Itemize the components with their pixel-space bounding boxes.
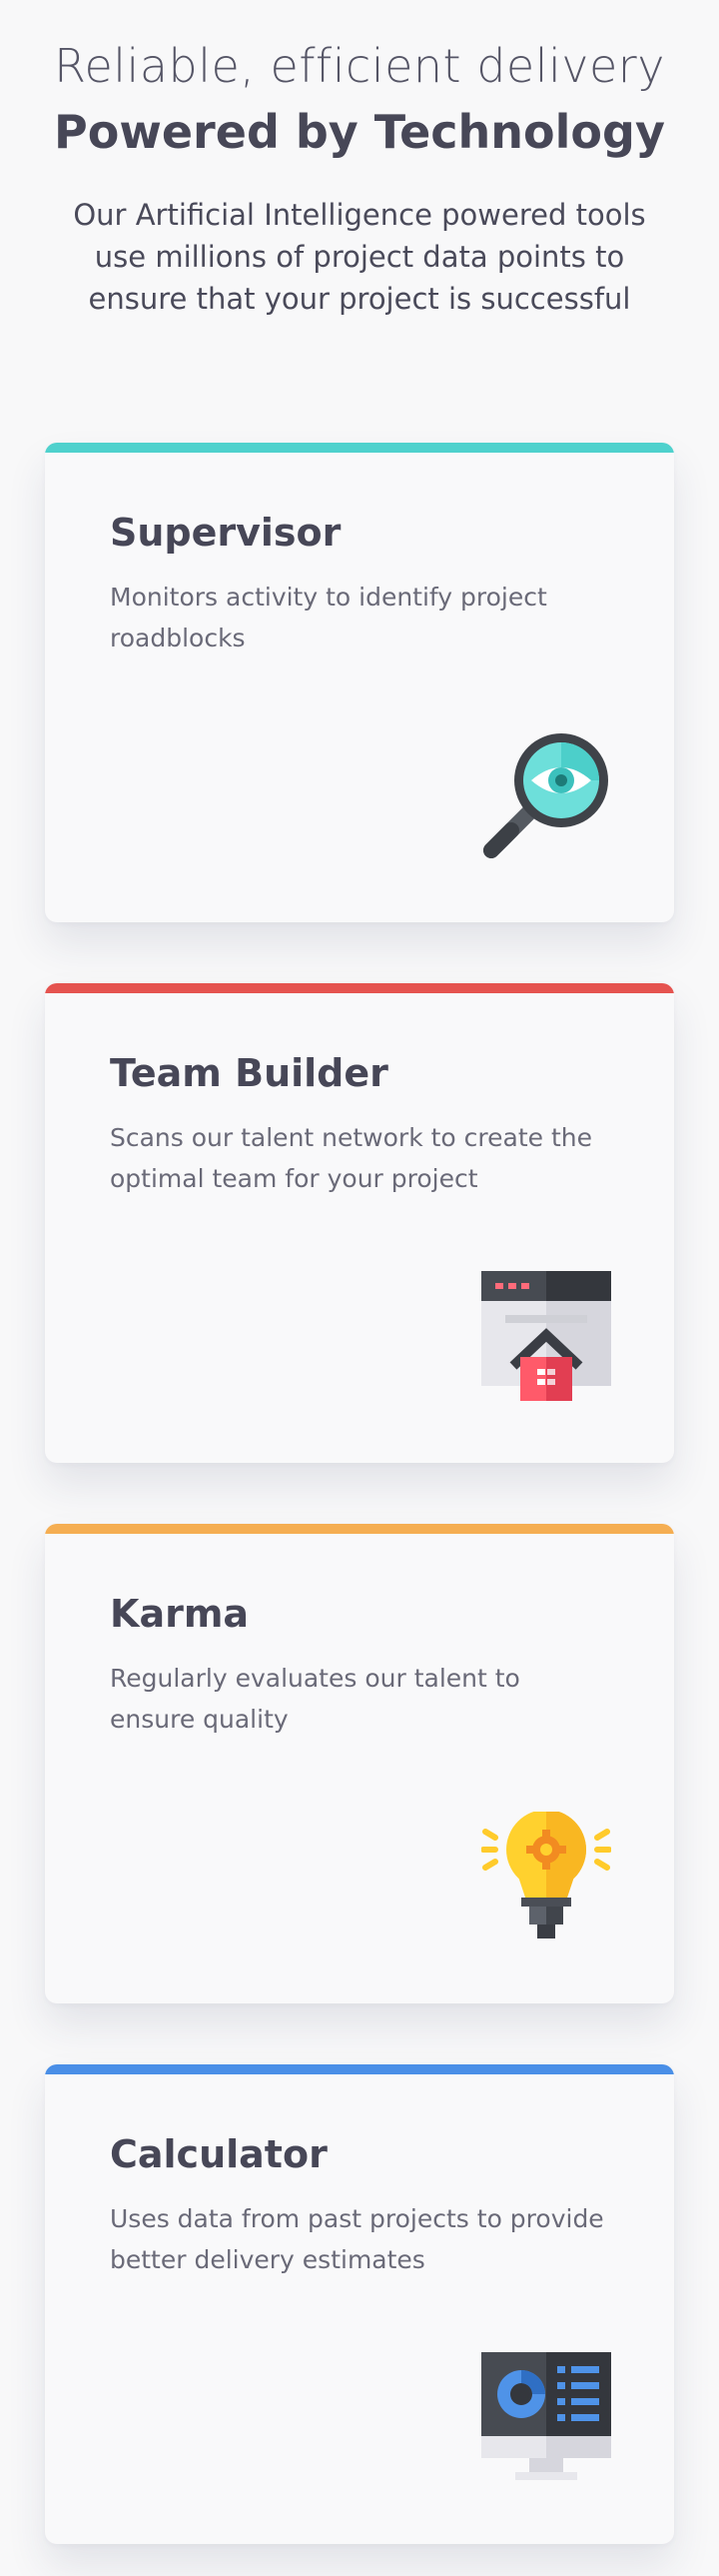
card-title: Calculator bbox=[110, 2132, 328, 2176]
card-accent-bar bbox=[45, 1524, 674, 1534]
card-title: Karma bbox=[110, 1592, 250, 1636]
hero-section: Reliable, efficient delivery Powered by … bbox=[0, 0, 719, 320]
browser-house-icon bbox=[481, 1271, 611, 1401]
magnifier-eye-icon bbox=[481, 730, 611, 860]
card-title: Team Builder bbox=[110, 1051, 388, 1095]
card-karma: Karma Regularly evaluates our talent to … bbox=[45, 1524, 674, 2003]
card-accent-bar bbox=[45, 983, 674, 993]
card-description: Regularly evaluates our talent to ensure… bbox=[110, 1664, 520, 1734]
card-team-builder: Team Builder Scans our talent network to… bbox=[45, 983, 674, 1463]
card-supervisor: Supervisor Monitors activity to identify… bbox=[45, 443, 674, 922]
card-accent-bar bbox=[45, 2064, 674, 2074]
page: Reliable, efficient delivery Powered by … bbox=[0, 0, 719, 2576]
card-title: Supervisor bbox=[110, 511, 342, 555]
card-description: Scans our talent network to create the o… bbox=[110, 1123, 593, 1193]
hero-title-light: Reliable, efficient delivery bbox=[54, 39, 665, 93]
card-accent-bar bbox=[45, 443, 674, 453]
hero-title-bold: Powered by Technology bbox=[54, 105, 665, 159]
card-description: Uses data from past projects to provide … bbox=[110, 2204, 604, 2274]
monitor-dashboard-icon bbox=[481, 2352, 611, 2482]
card-description: Monitors activity to identify project ro… bbox=[110, 583, 547, 652]
card-calculator: Calculator Uses data from past projects … bbox=[45, 2064, 674, 2544]
lightbulb-gear-icon bbox=[481, 1812, 611, 1941]
hero-subtitle: Our Artificial Intelligence powered tool… bbox=[73, 198, 646, 316]
